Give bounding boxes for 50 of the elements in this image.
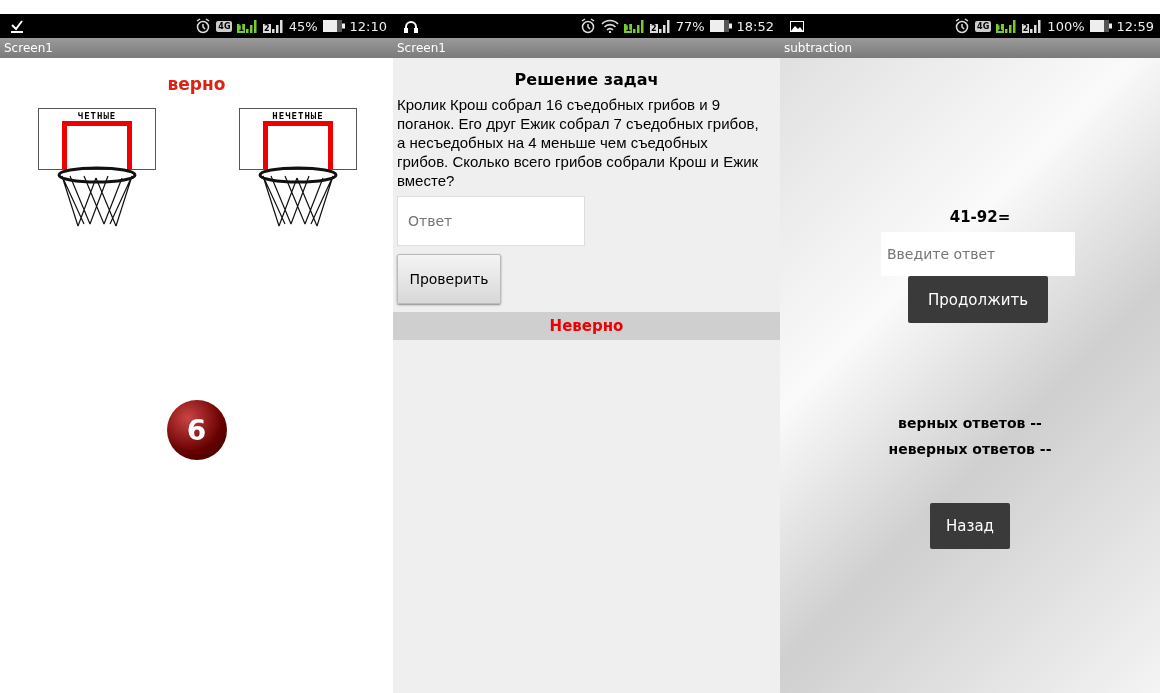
number-ball[interactable]: 6 xyxy=(166,400,227,460)
alarm-clock-icon xyxy=(954,18,971,34)
check-button[interactable]: Проверить xyxy=(397,254,501,304)
backboard[interactable]: НЕЧЕТНЫЕ xyxy=(239,108,357,170)
alarm-clock-icon xyxy=(580,18,597,34)
battery-icon xyxy=(1089,20,1112,32)
sim-number: 2 xyxy=(263,24,271,33)
backboard-label: ЧЕТНЫЕ xyxy=(77,111,117,121)
answer-field[interactable]: Ответ xyxy=(397,196,585,246)
alarm-clock-icon xyxy=(195,18,212,34)
sim-number: 2 xyxy=(650,24,658,33)
app-title: subtraction xyxy=(784,41,853,55)
clock-time: 18:52 xyxy=(736,18,774,34)
backboard-label: НЕЧЕТНЫЕ xyxy=(272,111,324,121)
clock-time: 12:10 xyxy=(349,18,387,34)
question-text: 41-92= xyxy=(949,208,1011,226)
problem-text: Кролик Крош собрал 16 съедобных грибов и 9 поганок. Его друг Ежик собрал 7 съедобных грибов, а несъедобных на 4 меньше чем съедобных грибов. Сколько всего грибов собрали Крош и Ежик вместе? xyxy=(397,95,759,190)
screen-heading: Решение задач xyxy=(513,70,660,89)
network-type-badge: 4G xyxy=(216,20,233,32)
battery-icon xyxy=(709,20,732,32)
signal-icon xyxy=(271,19,284,33)
sim-number: 2 xyxy=(1021,24,1030,33)
signal-icon xyxy=(658,19,671,33)
answer-field[interactable]: Введите ответ xyxy=(881,232,1075,276)
image-icon xyxy=(790,20,804,32)
headphones-icon xyxy=(403,19,419,33)
continue-button[interactable]: Продолжить xyxy=(908,276,1048,323)
backboard[interactable]: ЧЕТНЫЕ xyxy=(38,108,156,170)
back-button[interactable]: Назад xyxy=(930,503,1010,549)
battery-icon xyxy=(322,20,345,32)
battery-percent: 100% xyxy=(1047,18,1085,34)
battery-percent: 45% xyxy=(288,18,318,34)
signal-icon xyxy=(633,19,646,33)
wifi-icon xyxy=(601,19,620,33)
signal-icon xyxy=(1030,19,1043,33)
correct-count: верных ответов -- xyxy=(898,415,1042,431)
result-text: верно xyxy=(166,74,227,94)
sim-number: 1 xyxy=(237,24,246,33)
app-title: Screen1 xyxy=(397,41,446,55)
result-text: Неверно xyxy=(549,317,624,335)
network-type-badge: 4G xyxy=(975,20,992,32)
sim-number: 1 xyxy=(624,24,633,33)
app-title: Screen1 xyxy=(4,41,53,55)
sim-number: 1 xyxy=(996,24,1004,33)
incorrect-count: неверных ответов -- xyxy=(888,441,1052,457)
battery-percent: 77% xyxy=(675,18,705,34)
signal-icon xyxy=(1004,19,1017,33)
signal-icon xyxy=(246,19,259,33)
download-done-icon xyxy=(10,19,24,33)
clock-time: 12:59 xyxy=(1116,18,1154,34)
